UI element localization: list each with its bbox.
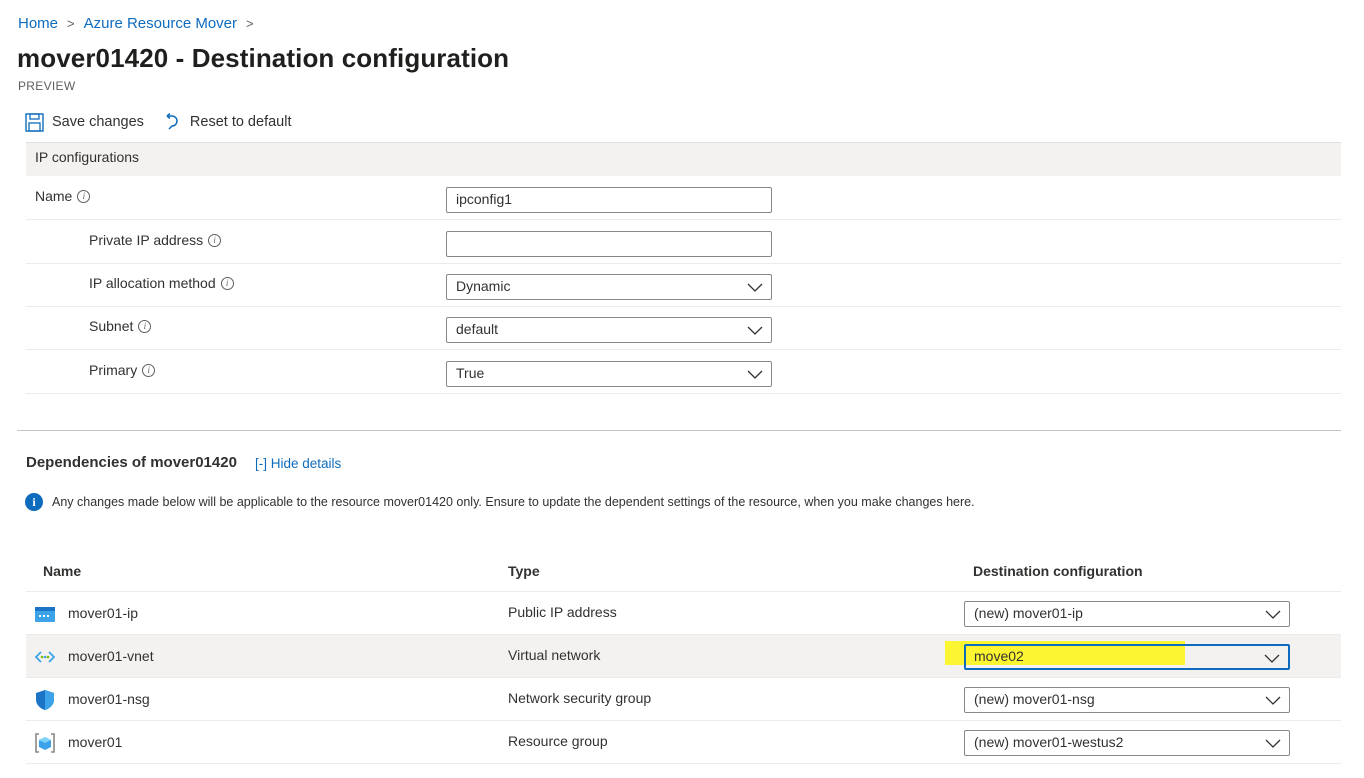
column-header-type: Type [508,563,540,579]
info-notice: i Any changes made below will be applica… [25,493,975,511]
resource-group-icon [35,733,55,753]
resource-name: mover01-ip [68,605,139,621]
undo-icon [162,112,182,132]
form-row-subnet: Subnet i default [26,306,1341,350]
table-row: mover01-nsg Network security group (new)… [26,678,1341,721]
name-input[interactable]: ipconfig1 [446,187,772,213]
form-row-primary: Primary i True [26,350,1341,394]
resource-type: Network security group [508,690,652,706]
primary-value: True [456,365,485,381]
shield-icon [36,690,54,710]
form-row-private-ip: Private IP address i [26,220,1341,264]
primary-label: Primary i [89,362,156,378]
subnet-label-text: Subnet [89,318,134,334]
column-header-name: Name [43,563,82,579]
save-icon [24,112,44,132]
ip-allocation-method-value: Dynamic [456,278,511,294]
form-row-ip-allocation: IP allocation method i Dynamic [26,263,1341,307]
breadcrumb-separator: > [246,16,254,31]
column-header-destination: Destination configuration [973,563,1143,579]
breadcrumb-separator: > [67,16,75,31]
name-label: Name i [35,188,91,204]
private-ip-address-label-text: Private IP address [89,232,204,248]
info-icon[interactable]: i [208,233,222,247]
destination-value: (new) mover01-nsg [974,691,1095,707]
info-icon[interactable]: i [142,363,156,377]
public-ip-icon [35,607,55,622]
page-title: mover01420 - Destination configuration [17,43,510,73]
chevron-down-icon [747,283,763,292]
breadcrumb: Home > Azure Resource Mover > [18,15,263,32]
destination-row-overlay: move02 [26,635,1341,678]
table-row: mover01-ip Public IP address (new) mover… [26,592,1341,635]
chevron-down-icon [1265,610,1281,619]
resource-name: mover01-nsg [68,691,150,707]
destination-dropdown[interactable]: (new) mover01-ip [964,601,1290,627]
subnet-value: default [456,321,499,337]
dependencies-title: Dependencies of mover01420 [26,454,237,471]
breadcrumb-azure-resource-mover-link[interactable]: Azure Resource Mover [84,15,237,32]
destination-dropdown[interactable]: (new) mover01-westus2 [964,730,1290,756]
info-icon[interactable]: i [77,189,91,203]
preview-label: PREVIEW [18,79,76,93]
resource-type: Public IP address [508,604,617,620]
chevron-down-icon [747,370,763,379]
chevron-down-icon [1264,654,1280,663]
destination-value: move02 [974,648,1024,664]
form-row-name: Name i ipconfig1 [26,176,1341,220]
resource-type: Resource group [508,733,608,749]
table-row: mover01 Resource group (new) mover01-wes… [26,721,1341,764]
section-divider [17,430,1341,431]
breadcrumb-home-link[interactable]: Home [18,15,58,32]
info-icon: i [25,493,43,511]
resource-name: mover01 [68,734,123,750]
info-icon[interactable]: i [220,276,234,290]
chevron-down-icon [1265,696,1281,705]
destination-value: (new) mover01-ip [974,605,1083,621]
info-icon[interactable]: i [138,319,152,333]
private-ip-address-input[interactable] [446,231,772,257]
name-label-text: Name [35,188,73,204]
info-notice-text: Any changes made below will be applicabl… [52,495,975,509]
chevron-down-icon [747,326,763,335]
destination-dropdown[interactable]: (new) mover01-nsg [964,687,1290,713]
ip-allocation-method-dropdown[interactable]: Dynamic [446,274,772,300]
ip-configurations-header: IP configurations [26,142,1341,176]
reset-to-default-label: Reset to default [189,114,292,130]
toolbar: Save changes Reset to default [24,112,309,132]
destination-dropdown[interactable]: move02 [964,644,1290,670]
save-changes-button[interactable]: Save changes [24,112,144,132]
reset-to-default-button[interactable]: Reset to default [162,112,292,132]
ip-allocation-method-label-text: IP allocation method [89,275,216,291]
destination-value: (new) mover01-westus2 [974,734,1124,750]
save-changes-label: Save changes [52,114,144,130]
primary-dropdown[interactable]: True [446,361,772,387]
subnet-label: Subnet i [89,318,152,334]
subnet-dropdown[interactable]: default [446,317,772,343]
private-ip-address-label: Private IP address i [89,232,222,248]
primary-label-text: Primary [89,362,138,378]
hide-details-link[interactable]: [-] Hide details [255,456,341,471]
ip-allocation-method-label: IP allocation method i [89,275,234,291]
chevron-down-icon [1265,739,1281,748]
